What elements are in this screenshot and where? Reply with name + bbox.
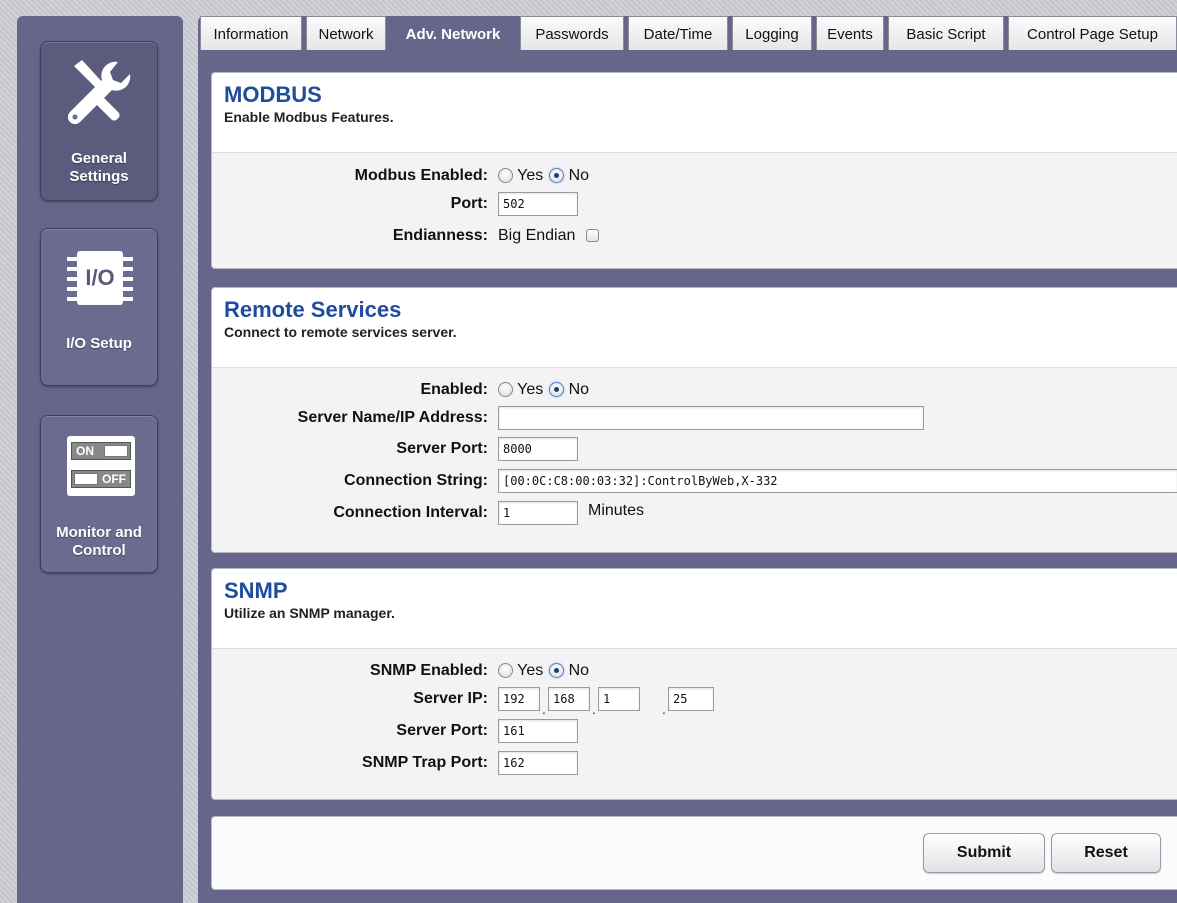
sidebar-item-label-2: Control <box>72 542 126 559</box>
sidebar-item-label: I/O Setup <box>66 335 132 352</box>
snmp-server-ip-row: Server IP: 192 . 168 . 1 . 25 <box>212 687 1177 717</box>
ip-separator: . <box>592 701 596 717</box>
modbus-port-row: Port: 502 <box>212 192 1177 216</box>
reset-button[interactable]: Reset <box>1051 833 1161 873</box>
yes-label: Yes <box>517 662 544 679</box>
yes-label: Yes <box>517 381 544 398</box>
tab-control-page-setup[interactable]: Control Page Setup <box>1008 16 1177 50</box>
tab-passwords[interactable]: Passwords <box>520 16 624 50</box>
modbus-title: MODBUS <box>224 82 322 107</box>
remote-services-panel: Remote Services Connect to remote servic… <box>211 287 1177 553</box>
remote-conn-string-input[interactable]: [00:0C:C8:00:03:32]:ControlByWeb,X-332 <box>498 469 1177 493</box>
snmp-port-label: Server Port: <box>396 722 488 739</box>
remote-server-label: Server Name/IP Address: <box>297 409 488 426</box>
tab-basic-script[interactable]: Basic Script <box>888 16 1004 50</box>
sidebar-item-io-setup[interactable]: I/O I/O Setup <box>40 228 158 386</box>
snmp-port-row: Server Port: 161 <box>212 719 1177 743</box>
snmp-ip-octet-3[interactable]: 1 <box>598 687 640 711</box>
wrench-screwdriver-icon <box>67 60 131 125</box>
big-endian-label: Big Endian <box>498 227 576 244</box>
remote-conn-string-label: Connection String: <box>344 472 488 489</box>
modbus-enabled-no-radio[interactable] <box>549 168 565 183</box>
modbus-endianness-label: Endianness: <box>392 227 488 244</box>
io-chip-icon: I/O <box>67 251 133 305</box>
tab-information[interactable]: Information <box>200 16 302 50</box>
snmp-server-ip-label: Server IP: <box>413 690 488 707</box>
remote-interval-input[interactable]: 1 <box>498 501 578 525</box>
remote-enabled-no-radio[interactable] <box>549 382 565 397</box>
remote-enabled-yes-radio[interactable] <box>498 382 513 397</box>
modbus-header: MODBUS Enable Modbus Features. <box>212 73 1177 153</box>
snmp-ip-octet-2[interactable]: 168 <box>548 687 590 711</box>
yes-label: Yes <box>517 167 544 184</box>
modbus-port-input[interactable]: 502 <box>498 192 578 216</box>
snmp-ip-octet-1[interactable]: 192 <box>498 687 540 711</box>
remote-conn-string-row: Connection String: [00:0C:C8:00:03:32]:C… <box>212 469 1177 493</box>
no-label: No <box>568 381 590 398</box>
tab-network[interactable]: Network <box>306 16 386 50</box>
snmp-panel: SNMP Utilize an SNMP manager. SNMP Enabl… <box>211 568 1177 800</box>
sidebar-item-label-2: Settings <box>69 168 129 185</box>
remote-title: Remote Services <box>224 297 402 322</box>
tab-date-time[interactable]: Date/Time <box>628 16 728 50</box>
sidebar: General Settings I/O I/O Setup ON OFF Mo… <box>17 16 183 903</box>
snmp-trap-label: SNMP Trap Port: <box>362 754 488 771</box>
snmp-trap-input[interactable]: 162 <box>498 751 578 775</box>
snmp-ip-octet-4[interactable]: 25 <box>668 687 714 711</box>
remote-port-input[interactable]: 8000 <box>498 437 578 461</box>
on-off-switch-icon: ON OFF <box>67 436 135 496</box>
switch-on-label: ON <box>76 444 94 458</box>
remote-subtitle: Connect to remote services server. <box>224 324 457 340</box>
modbus-enabled-row: Modbus Enabled: Yes No <box>212 164 1177 188</box>
snmp-enabled-label: SNMP Enabled: <box>370 662 488 679</box>
snmp-trap-row: SNMP Trap Port: 162 <box>212 751 1177 775</box>
io-chip-label: I/O <box>85 265 115 290</box>
modbus-subtitle: Enable Modbus Features. <box>224 109 394 125</box>
remote-port-label: Server Port: <box>396 440 488 457</box>
modbus-enabled-yes-radio[interactable] <box>498 168 513 183</box>
actions-panel: Submit Reset <box>211 816 1177 890</box>
modbus-enabled-label: Modbus Enabled: <box>354 167 488 184</box>
snmp-header: SNMP Utilize an SNMP manager. <box>212 569 1177 649</box>
sidebar-item-label: Monitor and <box>56 524 142 541</box>
remote-enabled-label: Enabled: <box>420 381 488 398</box>
big-endian-checkbox[interactable] <box>585 229 599 242</box>
remote-interval-unit: Minutes <box>588 502 645 519</box>
submit-button[interactable]: Submit <box>923 833 1045 873</box>
tab-bar: Information Network Adv. Network Passwor… <box>198 16 1177 50</box>
snmp-subtitle: Utilize an SNMP manager. <box>224 605 395 621</box>
snmp-enabled-no-radio[interactable] <box>549 663 565 678</box>
snmp-port-input[interactable]: 161 <box>498 719 578 743</box>
remote-port-row: Server Port: 8000 <box>212 437 1177 461</box>
snmp-enabled-row: SNMP Enabled: Yes No <box>212 659 1177 683</box>
remote-interval-row: Connection Interval: 1 Minutes <box>212 501 1177 525</box>
snmp-enabled-yes-radio[interactable] <box>498 663 513 678</box>
ip-separator: . <box>662 701 666 717</box>
tab-adv-network[interactable]: Adv. Network <box>390 16 516 50</box>
remote-header: Remote Services Connect to remote servic… <box>212 288 1177 368</box>
modbus-endianness-row: Endianness: Big Endian <box>212 224 1177 248</box>
sidebar-item-monitor-control[interactable]: ON OFF Monitor and Control <box>40 415 158 573</box>
remote-interval-label: Connection Interval: <box>333 504 488 521</box>
tab-logging[interactable]: Logging <box>732 16 812 50</box>
remote-server-input[interactable] <box>498 406 924 430</box>
no-label: No <box>568 662 590 679</box>
sidebar-item-label: General <box>71 150 127 167</box>
tab-events[interactable]: Events <box>816 16 884 50</box>
main-content: Information Network Adv. Network Passwor… <box>198 16 1177 903</box>
remote-server-row: Server Name/IP Address: <box>212 406 1177 430</box>
switch-off-label: OFF <box>102 472 126 486</box>
modbus-port-label: Port: <box>450 195 488 212</box>
sidebar-item-general-settings[interactable]: General Settings <box>40 41 158 201</box>
modbus-panel: MODBUS Enable Modbus Features. Modbus En… <box>211 72 1177 269</box>
no-label: No <box>568 167 590 184</box>
snmp-title: SNMP <box>224 578 288 603</box>
ip-separator: . <box>542 701 546 717</box>
remote-enabled-row: Enabled: Yes No <box>212 378 1177 402</box>
